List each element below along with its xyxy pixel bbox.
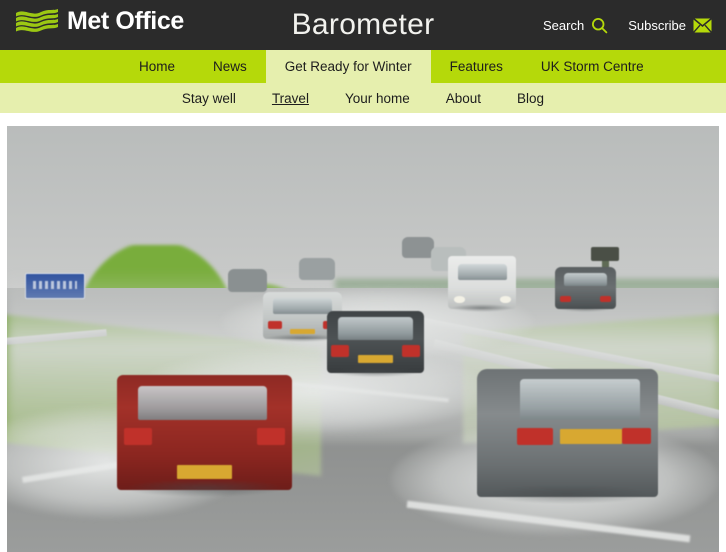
mast-head bbox=[590, 247, 620, 262]
vehicle-red-saloon bbox=[117, 375, 292, 498]
sub-navigation: Stay well Travel Your home About Blog bbox=[0, 83, 726, 113]
search-label: Search bbox=[542, 17, 585, 33]
vehicle-oncoming-car bbox=[555, 266, 616, 312]
envelope-icon[interactable] bbox=[693, 17, 712, 33]
subnav-item-about[interactable]: About bbox=[446, 91, 481, 106]
page-root: Met Office Barometer Search Subscribe Ho… bbox=[0, 0, 726, 552]
main-navigation: Home News Get Ready for Winter Features … bbox=[0, 50, 726, 83]
nav-item-news[interactable]: News bbox=[194, 50, 266, 83]
nav-item-home[interactable]: Home bbox=[120, 50, 194, 83]
search-icon[interactable] bbox=[591, 17, 608, 34]
subnav-item-your-home[interactable]: Your home bbox=[345, 91, 410, 106]
vehicle-distant-1 bbox=[402, 236, 435, 259]
subnav-item-blog[interactable]: Blog bbox=[517, 91, 544, 106]
motorway-rain-photo bbox=[7, 126, 719, 552]
hero-image bbox=[7, 126, 719, 552]
subscribe-label: Subscribe bbox=[628, 17, 686, 33]
vehicle-dark-estate bbox=[327, 311, 424, 377]
site-header: Met Office Barometer Search Subscribe bbox=[0, 0, 726, 50]
vehicle-white-van bbox=[448, 255, 517, 313]
vehicle-distant-2 bbox=[298, 258, 335, 281]
search-button[interactable]: Search bbox=[543, 17, 608, 34]
vehicle-silver-hatchback bbox=[476, 368, 659, 505]
nav-item-features[interactable]: Features bbox=[431, 50, 522, 83]
header-actions: Search Subscribe bbox=[543, 0, 712, 50]
subnav-item-travel[interactable]: Travel bbox=[272, 91, 309, 106]
nav-item-get-ready-for-winter[interactable]: Get Ready for Winter bbox=[265, 50, 431, 83]
nav-item-uk-storm-centre[interactable]: UK Storm Centre bbox=[522, 50, 663, 83]
vehicle-distant-3 bbox=[227, 268, 267, 293]
subnav-item-stay-well[interactable]: Stay well bbox=[182, 91, 236, 106]
subscribe-button[interactable]: Subscribe bbox=[628, 17, 712, 33]
